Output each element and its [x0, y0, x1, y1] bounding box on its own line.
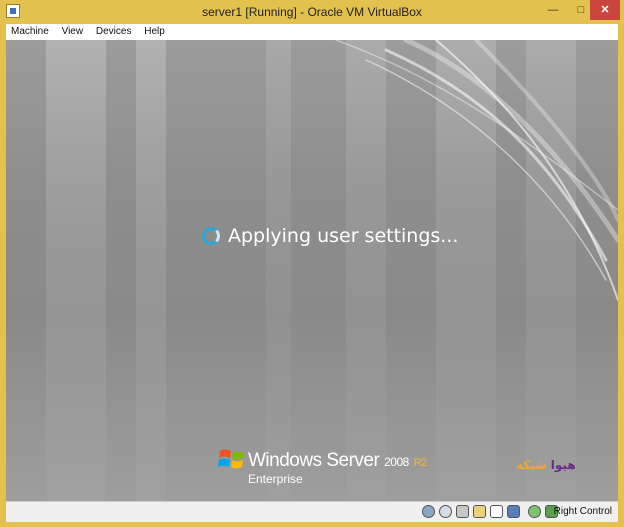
statusbar: Right Control — [6, 501, 618, 522]
menu-machine[interactable]: Machine — [6, 24, 54, 39]
menu-view[interactable]: View — [57, 24, 89, 39]
titlebar[interactable]: server1 [Running] - Oracle VM VirtualBox… — [0, 0, 624, 24]
brand-release: R2 — [413, 457, 428, 469]
vm-screen[interactable]: Applying user settings... Windows Server… — [6, 40, 618, 501]
network-icon[interactable] — [528, 505, 541, 518]
menu-devices[interactable]: Devices — [91, 24, 137, 39]
busy-spinner-icon — [202, 227, 220, 245]
brand-edition: Enterprise — [248, 472, 303, 486]
brand-product: Windows Server — [248, 450, 380, 471]
windows-logo-icon — [218, 449, 244, 469]
optical-drive-icon[interactable] — [439, 505, 452, 518]
usb-icon[interactable] — [456, 505, 469, 518]
virtualbox-window: server1 [Running] - Oracle VM VirtualBox… — [0, 0, 624, 527]
window-title: server1 [Running] - Oracle VM VirtualBox — [202, 5, 422, 19]
watermark-word-2: شبکه — [516, 458, 547, 472]
hard-disk-icon[interactable] — [422, 505, 435, 518]
watermark: هیوا شبکه — [516, 458, 576, 472]
capture-icon[interactable] — [507, 505, 520, 518]
brand-name: Windows Server 2008 R2 — [248, 450, 427, 472]
display-icon[interactable] — [490, 505, 503, 518]
watermark-word-1: هیوا — [550, 458, 576, 472]
menu-help[interactable]: Help — [139, 24, 170, 39]
applying-status: Applying user settings... — [202, 222, 458, 250]
background-light-streaks — [46, 40, 618, 501]
status-message: Applying user settings... — [228, 225, 459, 247]
close-icon[interactable]: ✕ — [590, 0, 620, 20]
minimize-icon[interactable]: — — [540, 0, 566, 20]
host-key-label: Right Control — [553, 506, 612, 517]
shared-folders-icon[interactable] — [473, 505, 486, 518]
brand-version: 2008 — [384, 455, 409, 469]
menubar: Machine View Devices Help — [6, 24, 618, 40]
